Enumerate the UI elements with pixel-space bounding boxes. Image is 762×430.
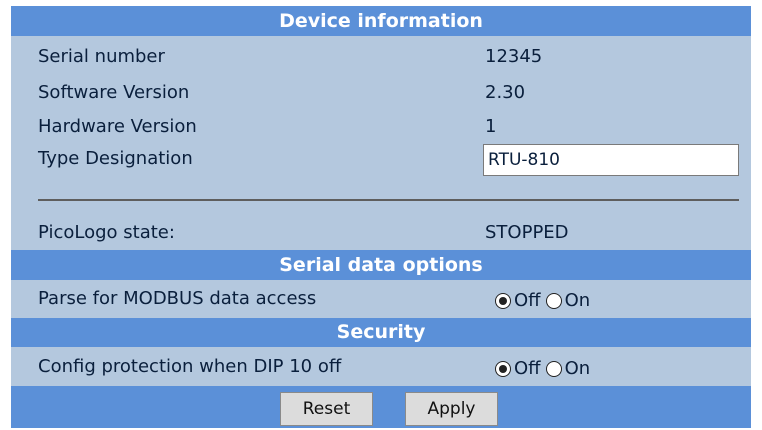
software-version-label: Software Version — [38, 82, 190, 103]
config-protection-on-label: On — [564, 358, 591, 379]
modbus-on-radio[interactable] — [545, 292, 562, 309]
config-protection-on-radio[interactable] — [545, 360, 562, 377]
apply-button[interactable]: Apply — [405, 392, 498, 426]
picologo-state-value: STOPPED — [485, 222, 569, 243]
software-version-value: 2.30 — [485, 82, 526, 103]
config-protection-radio-group: Off On — [495, 358, 595, 379]
security-header: Security — [11, 318, 751, 347]
device-information-header: Device information — [11, 6, 751, 36]
serial-data-options-header: Serial data options — [11, 250, 751, 280]
serial-number-value: 12345 — [485, 46, 543, 67]
modbus-parse-radio-group: Off On — [495, 290, 595, 311]
section-divider — [38, 199, 739, 201]
hardware-version-label: Hardware Version — [38, 116, 197, 137]
button-bar — [11, 386, 751, 428]
serial-number-label: Serial number — [38, 46, 165, 67]
picologo-state-label: PicoLogo state: — [38, 222, 175, 243]
modbus-off-label: Off — [514, 290, 541, 311]
config-protection-off-radio[interactable] — [495, 360, 511, 377]
settings-panel: Device information Serial number 12345 S… — [11, 6, 751, 428]
hardware-version-value: 1 — [485, 116, 497, 137]
modbus-on-label: On — [564, 290, 591, 311]
reset-button[interactable]: Reset — [280, 392, 373, 426]
type-designation-input[interactable]: RTU-810 — [483, 144, 739, 176]
modbus-off-radio[interactable] — [495, 292, 511, 309]
type-designation-label: Type Designation — [38, 148, 193, 169]
config-protection-label: Config protection when DIP 10 off — [38, 356, 342, 377]
config-protection-off-label: Off — [514, 358, 541, 379]
modbus-parse-label: Parse for MODBUS data access — [38, 288, 317, 309]
